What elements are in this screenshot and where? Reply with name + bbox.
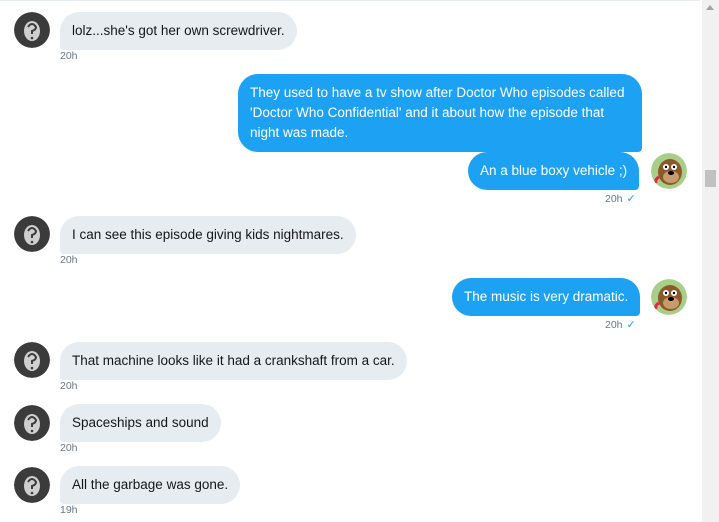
own-avatar[interactable] (651, 153, 687, 189)
chevron-up-icon[interactable] (702, 0, 719, 17)
checkmark-icon: ✓ (626, 319, 636, 331)
vertical-scrollbar[interactable] (702, 0, 719, 522)
message-timestamp: 20h ✓ (605, 192, 636, 205)
timestamp-text: 20h (605, 319, 623, 331)
contact-avatar[interactable] (14, 12, 50, 48)
incoming-message-bubble[interactable]: That machine looks like it had a cranksh… (60, 342, 407, 380)
message-timestamp: 20h (60, 442, 78, 454)
message-timestamp: 20h ✓ (605, 318, 636, 331)
contact-avatar[interactable] (14, 342, 50, 378)
incoming-message-bubble[interactable]: lolz...she's got her own screwdriver. (60, 12, 297, 50)
message-timestamp: 20h (60, 254, 78, 266)
contact-avatar[interactable] (14, 216, 50, 252)
incoming-message-bubble[interactable]: Spaceships and sound (60, 404, 221, 442)
checkmark-icon: ✓ (626, 193, 636, 205)
incoming-message-bubble[interactable]: I can see this episode giving kids night… (60, 216, 356, 254)
contact-avatar[interactable] (14, 405, 50, 441)
own-avatar[interactable] (651, 279, 687, 315)
timestamp-text: 20h (605, 193, 623, 205)
message-timestamp: 19h (60, 504, 78, 516)
message-timestamp: 20h (60, 50, 78, 62)
conversation-thread: lolz...she's got her own screwdriver. 20… (0, 0, 700, 522)
incoming-message-bubble[interactable]: All the garbage was gone. (60, 466, 241, 504)
outgoing-message-bubble[interactable]: The music is very dramatic. (452, 278, 641, 316)
message-timestamp: 20h (60, 380, 78, 392)
thread-top-border (0, 0, 700, 1)
scrollbar-thumb[interactable] (705, 170, 716, 187)
outgoing-message-bubble[interactable]: They used to have a tv show after Doctor… (238, 74, 642, 152)
outgoing-message-bubble[interactable]: An a blue boxy vehicle ;) (468, 152, 640, 190)
contact-avatar[interactable] (14, 467, 50, 503)
